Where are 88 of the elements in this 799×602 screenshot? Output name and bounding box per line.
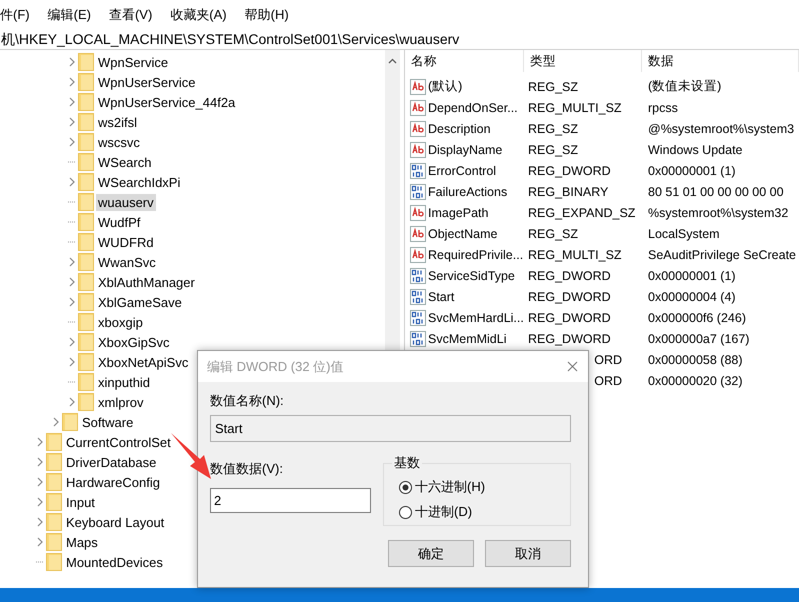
menu-item[interactable]: 收藏夹(A) — [168, 4, 229, 26]
value-name[interactable]: SvcMemMidLi — [428, 332, 506, 346]
value-data: 0x00000001 (1) — [647, 164, 737, 178]
value-type: REG_MULTI_SZ — [527, 100, 623, 114]
tree-item[interactable]: WudfPf — [96, 214, 142, 230]
field-label: 数值名称(N): — [210, 392, 285, 410]
value-name[interactable]: Description — [428, 122, 491, 136]
value-data: @%systemroot%\system3 — [647, 122, 796, 136]
value-type: REG_EXPAND_SZ — [527, 206, 636, 220]
value-name[interactable]: (默认) — [428, 78, 462, 95]
value-type: ORD — [593, 352, 623, 366]
value-name[interactable]: ImagePath — [428, 206, 488, 220]
tree-item[interactable]: xmlprov — [96, 394, 146, 410]
tree-item[interactable]: ws2ifsl — [96, 114, 140, 130]
value-type: REG_SZ — [527, 142, 580, 156]
tree-item[interactable]: WwanSvc — [96, 254, 158, 270]
value-name[interactable]: Start — [428, 290, 454, 304]
tree-item[interactable]: WpnUserService_44f2a — [96, 94, 238, 110]
tree-item[interactable]: Keyboard Layout — [64, 514, 166, 530]
menu-item[interactable]: 件(F) — [0, 4, 32, 26]
value-data: Windows Update — [647, 142, 744, 156]
tree-item[interactable]: XblAuthManager — [96, 274, 197, 290]
value-data: 0x00000020 (32) — [647, 374, 744, 388]
radio-label[interactable]: 十六进制(H) — [415, 478, 486, 496]
value-data: LocalSystem — [647, 226, 721, 240]
tree-item[interactable]: WpnService — [96, 54, 170, 70]
value-name[interactable]: RequiredPrivile... — [428, 248, 524, 262]
value-type: REG_DWORD — [527, 310, 612, 324]
tree-item[interactable]: WSearch — [96, 154, 154, 170]
value-name[interactable]: ServiceSidType — [428, 268, 515, 282]
value-type: REG_SZ — [527, 226, 580, 240]
value-data: 80 51 01 00 00 00 00 00 — [647, 184, 785, 198]
tree-item[interactable]: Maps — [64, 534, 100, 550]
value-name[interactable]: ErrorControl — [428, 164, 496, 178]
value-data: (数值未设置) — [647, 78, 722, 95]
value-type: REG_DWORD — [527, 332, 612, 346]
tree-item[interactable]: xboxgip — [96, 314, 145, 330]
tree-item[interactable]: XblGameSave — [96, 294, 184, 310]
tree-item[interactable]: DriverDatabase — [64, 454, 158, 470]
value-type: REG_SZ — [527, 122, 580, 136]
value-data: 0x00000058 (88) — [647, 352, 744, 366]
tree-item[interactable]: xinputhid — [96, 374, 152, 390]
column-header[interactable]: 名称 — [405, 50, 524, 72]
tree-item[interactable]: Software — [80, 414, 136, 430]
dialog-button[interactable]: 确定 — [388, 540, 474, 567]
tree-item[interactable]: HardwareConfig — [64, 474, 162, 490]
column-header[interactable]: 数据 — [642, 50, 799, 72]
value-type: REG_BINARY — [527, 184, 610, 198]
tree-item[interactable]: WSearchIdxPi — [96, 174, 182, 190]
radio-label[interactable]: 十进制(D) — [415, 503, 472, 521]
value-data: 0x000000a7 (167) — [647, 332, 750, 346]
value-type: ORD — [593, 374, 623, 388]
column-header[interactable]: 类型 — [524, 50, 642, 72]
value-name[interactable]: FailureActions — [428, 184, 508, 198]
value-type: REG_MULTI_SZ — [527, 248, 623, 262]
tree-item[interactable]: XboxGipSvc — [96, 334, 172, 350]
value-data: 0x00000004 (4) — [647, 290, 737, 304]
tree-item[interactable]: Input — [64, 494, 97, 510]
value-type: REG_DWORD — [527, 290, 612, 304]
value-type: REG_SZ — [527, 80, 580, 94]
value-data-field[interactable]: 2 — [210, 488, 371, 513]
value-data: SeAuditPrivilege SeCreate — [647, 248, 797, 262]
tree-item[interactable]: wuauserv — [96, 194, 156, 210]
field-label: 数值数据(V): — [210, 460, 284, 478]
dialog-button[interactable]: 取消 — [485, 540, 571, 567]
dialog-title: 编辑 DWORD (32 位)值 — [207, 358, 344, 376]
menu-item[interactable]: 帮助(H) — [242, 4, 291, 26]
tree-item[interactable]: wscsvc — [96, 134, 142, 150]
group-label: 基数 — [393, 454, 421, 472]
address-bar[interactable]: 机\HKEY_LOCAL_MACHINE\SYSTEM\ControlSet001\Services\wuauserv — [0, 30, 799, 50]
value-type: REG_DWORD — [527, 268, 612, 282]
tree-item[interactable]: MountedDevices — [64, 554, 165, 570]
value-data: %systemroot%\system32 — [647, 206, 790, 220]
tree-item[interactable]: XboxNetApiSvc — [96, 354, 190, 370]
menu-item[interactable]: 编辑(E) — [46, 4, 93, 26]
tree-item[interactable]: CurrentControlSet — [64, 434, 173, 450]
value-data: rpcss — [647, 100, 679, 114]
value-data: 0x00000001 (1) — [647, 268, 737, 282]
tree-item[interactable]: WUDFRd — [96, 234, 156, 250]
value-name[interactable]: DisplayName — [428, 142, 502, 156]
value-name[interactable]: ObjectName — [428, 226, 498, 240]
tree-item[interactable]: WpnUserService — [96, 74, 198, 90]
value-name[interactable]: SvcMemHardLi... — [428, 310, 524, 324]
value-name[interactable]: DependOnSer... — [428, 100, 518, 114]
value-data: 0x000000f6 (246) — [647, 310, 747, 324]
value-type: REG_DWORD — [527, 164, 612, 178]
value-name-field: Start — [210, 415, 571, 442]
menu-item[interactable]: 查看(V) — [106, 4, 154, 26]
